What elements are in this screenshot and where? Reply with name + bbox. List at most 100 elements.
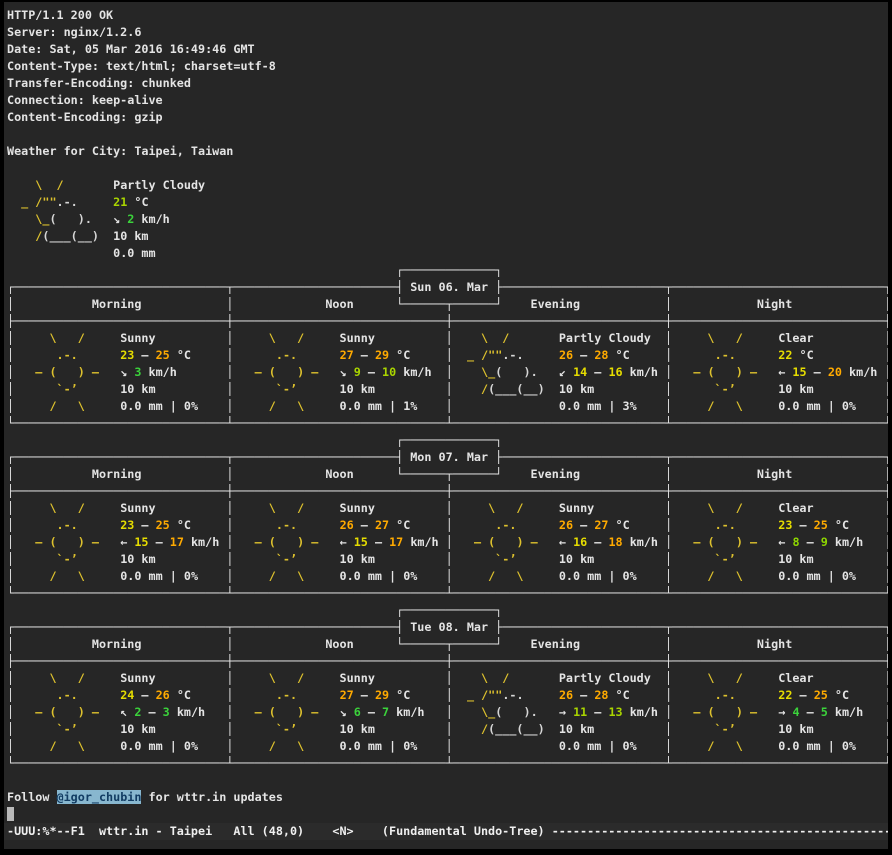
text-run xyxy=(594,552,665,566)
text-run: 27 xyxy=(340,688,354,702)
text-run xyxy=(375,552,446,566)
terminal-line: Follow @igor_chubin for wttr.in updates xyxy=(7,789,888,806)
text-run: \ / xyxy=(240,671,332,685)
text-run: │ xyxy=(446,348,453,362)
text-run xyxy=(198,569,226,583)
text-run: └──────────────────────────────┴────────… xyxy=(7,416,888,430)
text-run xyxy=(233,535,240,549)
text-run: – xyxy=(368,535,389,549)
text-run xyxy=(849,688,884,702)
terminal-line: └──────────────────────────────┴────────… xyxy=(7,415,888,432)
text-run: 10 km xyxy=(340,382,375,396)
forecast-table-sun-06-mar: ┌─────────────┐┌────────────────────────… xyxy=(7,262,888,432)
text-run xyxy=(453,535,460,549)
text-run xyxy=(375,501,446,515)
text-run: 10 km xyxy=(113,229,148,243)
text-run: 23 xyxy=(778,518,792,532)
text-run: 10 km xyxy=(120,552,155,566)
text-run xyxy=(7,161,14,175)
text-run: 15 xyxy=(792,365,806,379)
text-run: │ xyxy=(884,331,888,345)
text-run: °C xyxy=(389,348,410,362)
terminal-line: │ .-. 24 – 26 °C │ .-. 27 – 29 °C │ _ /"… xyxy=(7,687,888,704)
terminal-line: Content-Type: text/html; charset=utf-8 xyxy=(7,58,888,75)
text-run: Sunny xyxy=(120,501,155,515)
text-run xyxy=(375,331,446,345)
text-run xyxy=(552,518,559,532)
text-run: 0.0 mm | 0% xyxy=(559,739,637,753)
text-run: 26 xyxy=(559,348,573,362)
text-run: _ /"" xyxy=(460,348,502,362)
text-run: – xyxy=(587,535,608,549)
forecast-table-tue-08-mar: ┌─────────────┐┌────────────────────────… xyxy=(7,602,888,772)
text-run: km/h xyxy=(184,535,219,549)
text-run: 0.0 mm | 0% xyxy=(340,569,418,583)
text-run: ↘ xyxy=(340,365,354,379)
text-run: °C xyxy=(170,348,191,362)
text-run: \ / xyxy=(21,501,113,515)
text-run: │ xyxy=(665,722,672,736)
text-run: 10 km xyxy=(778,722,813,736)
text-run: │ xyxy=(665,297,672,311)
terminal-line: _ /"".-. 21 °C xyxy=(7,194,888,211)
text-run xyxy=(552,501,559,515)
text-run: .-. xyxy=(21,518,113,532)
text-run xyxy=(332,501,339,515)
text-run: .-. xyxy=(57,195,107,209)
terminal-line: │ .-. 23 – 25 °C │ .-. 26 – 27 °C │ .-. … xyxy=(7,517,888,534)
text-run: 11 xyxy=(573,705,587,719)
text-run xyxy=(156,382,227,396)
text-run: ┌──────────────────────────────┬────────… xyxy=(7,280,403,294)
text-run: km/h xyxy=(389,705,424,719)
text-run: 0.0 mm | 0% xyxy=(120,399,198,413)
text-run: \ / xyxy=(21,671,113,685)
text-run: │ xyxy=(884,739,888,753)
text-run: 25 xyxy=(814,518,828,532)
text-run xyxy=(233,365,240,379)
text-run: – xyxy=(354,688,375,702)
text-run xyxy=(814,722,885,736)
text-run: ← xyxy=(340,535,354,549)
text-run: – xyxy=(361,365,382,379)
text-run: \_ xyxy=(460,705,495,719)
text-run: \ / xyxy=(240,331,332,345)
text-run: Partly Cloudy xyxy=(559,671,651,685)
text-run: – xyxy=(354,518,375,532)
text-run: 26 xyxy=(340,518,354,532)
text-run: – xyxy=(587,705,608,719)
terminal-line: └──────────────────────────────┴────────… xyxy=(7,755,888,772)
text-run xyxy=(814,382,885,396)
http-header-line: Date: Sat, 05 Mar 2016 16:49:46 GMT xyxy=(7,42,255,56)
forecast-date: Tue 08. Mar xyxy=(403,620,495,634)
text-run xyxy=(375,671,446,685)
text-run: │ xyxy=(884,399,888,413)
text-run xyxy=(637,739,665,753)
text-run xyxy=(552,705,559,719)
text-run xyxy=(332,365,339,379)
text-run: 5 xyxy=(821,705,828,719)
text-run: Sunny xyxy=(120,671,155,685)
text-run: │ xyxy=(665,637,672,651)
text-run: Clear xyxy=(778,671,813,685)
terminal-line: \ / Partly Cloudy xyxy=(7,177,888,194)
terminal-line: Content-Encoding: gzip xyxy=(7,109,888,126)
twitter-handle-link[interactable]: @igor_chubin xyxy=(57,790,142,804)
text-run xyxy=(453,552,460,566)
text-run xyxy=(630,518,665,532)
text-run: │ xyxy=(446,569,453,583)
text-run: `-’ xyxy=(679,722,771,736)
text-run: 21 xyxy=(113,195,127,209)
terminal-line: ├──────────────────────────────┼────────… xyxy=(7,313,888,330)
text-run xyxy=(552,552,559,566)
text-run: ├──────────────────────────────┼────────… xyxy=(7,484,888,498)
text-run: km/h xyxy=(396,365,431,379)
text-run: 22 xyxy=(778,688,792,702)
text-run: .-. xyxy=(241,518,333,532)
text-run: │ xyxy=(884,382,888,396)
text-run: 10 km xyxy=(120,722,155,736)
text-run xyxy=(552,569,559,583)
text-run: │ xyxy=(884,501,888,515)
text-run: / \ xyxy=(21,739,113,753)
text-run: │ xyxy=(446,331,453,345)
text-run: \_ xyxy=(14,212,49,226)
